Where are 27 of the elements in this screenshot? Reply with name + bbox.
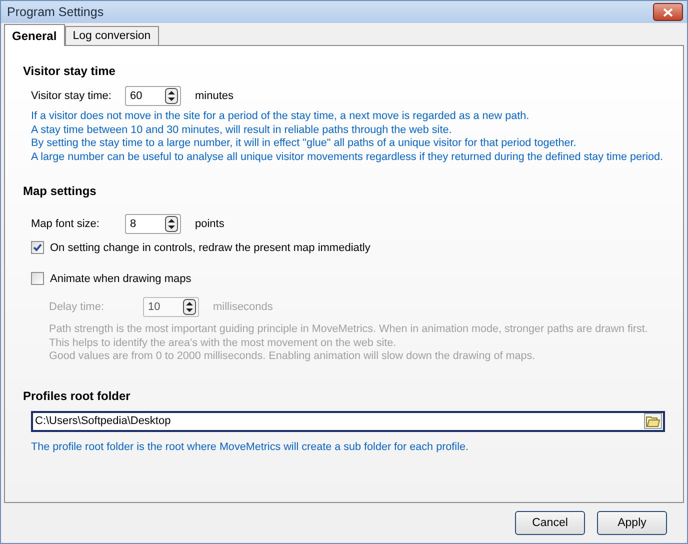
field-label: Visitor stay time: [31, 90, 112, 102]
help-text: By setting the stay time to a large number, it will in effect "glue" all paths of a unique visitor for that period together. [31, 137, 578, 150]
section-heading: Profiles root folder [23, 388, 132, 402]
number-field[interactable]: 8 [125, 214, 181, 234]
section-heading: Visitor stay time [23, 64, 116, 78]
help-text: This helps to identify the area's with the most movement on the web site. [49, 336, 398, 350]
checkbox-label[interactable]: Animate when drawing maps [50, 272, 192, 284]
help-text: Path strength is the most important guiding principle in MoveMetrics. When in animation mode, stronger paths are drawn first. [49, 323, 649, 336]
tab[interactable]: General [4, 24, 65, 46]
folder-path-field[interactable]: C:\Users\Softpedia\Desktop [31, 410, 665, 432]
help-text: Good values are from 0 to 2000 milliseconds. Enabling animation will slow down the drawing of maps. [49, 350, 536, 364]
help-text: A large number can be useful to analyse all unique visitor movements regardless if they returned during the defined stay time period. [31, 150, 664, 164]
help-text: If a visitor does not move in the site for a period of the stay time, a next move is regarded as a new path. [31, 110, 530, 124]
unit-label: points [195, 218, 224, 230]
field-label: Map font size: [31, 218, 100, 230]
help-text: The profile root folder is the root where MoveMetrics will create a sub folder for each profile. [31, 440, 470, 454]
field-label: Delay time: [49, 301, 106, 313]
help-text: A stay time between 10 and 30 minutes, will result in reliable paths through the web site. [31, 124, 453, 137]
unit-label: milliseconds [213, 301, 273, 313]
checkbox-label[interactable]: On setting change in controls, redraw the present map immediatly [50, 242, 370, 254]
tab[interactable]: Log conversion [64, 26, 159, 45]
number-field[interactable]: 60 [125, 86, 181, 106]
unit-label: minutes [195, 90, 234, 102]
section-heading: Map settings [23, 184, 98, 198]
dialog-button[interactable]: Apply [597, 511, 667, 535]
window-title: Program Settings [7, 5, 104, 19]
dialog-button[interactable]: Cancel [515, 511, 585, 535]
